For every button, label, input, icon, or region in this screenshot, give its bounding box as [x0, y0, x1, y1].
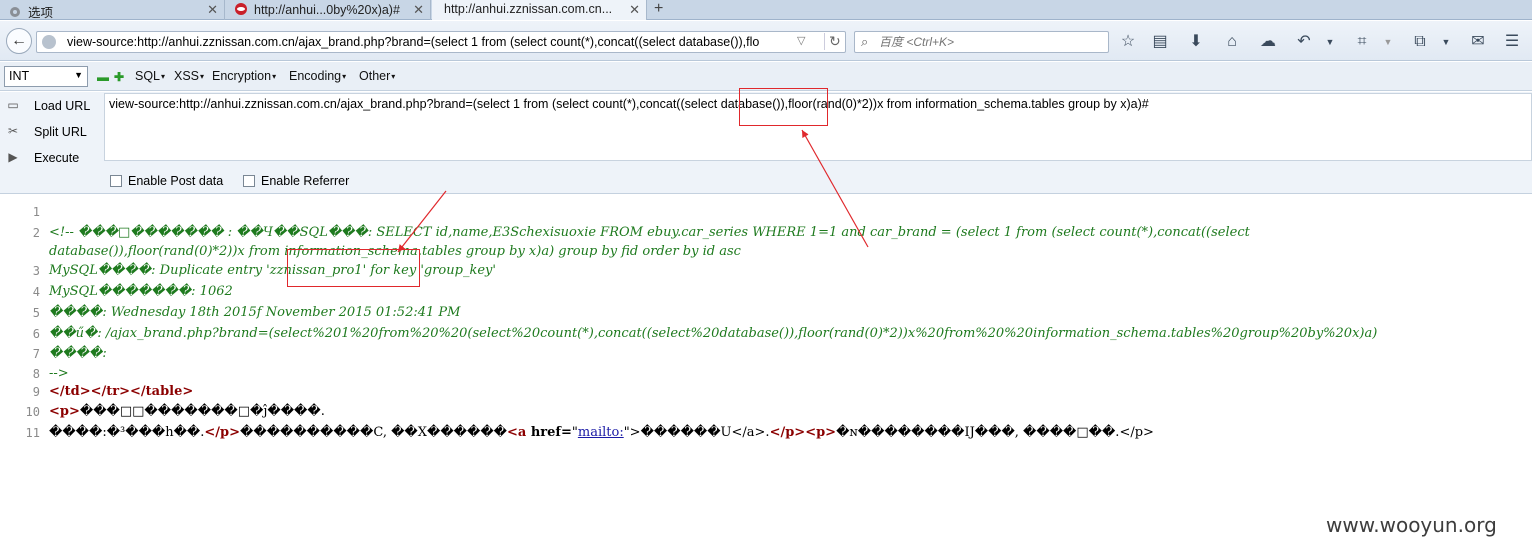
source-line-4: MySQL�������: 1062: [49, 284, 233, 299]
source-text: </a>.: [731, 425, 770, 440]
checkbox-icon: [110, 175, 122, 187]
undo-icon[interactable]: ↶: [1294, 32, 1314, 52]
back-arrow-icon[interactable]: ←: [6, 28, 32, 54]
plus-icon[interactable]: ✚: [114, 70, 124, 84]
hackbar-actions: ▭ Load URL ✂ Split URL ▶ Execute: [0, 92, 104, 194]
execute-button[interactable]: ▶ Execute: [2, 147, 102, 169]
reload-icon[interactable]: ↻: [824, 33, 841, 50]
hackbar-url-text: view-source:http://anhui.zznissan.com.cn…: [109, 97, 1149, 111]
html-tag: </p>: [204, 425, 241, 440]
tab-label: http://anhui.zznissan.com.cn...: [444, 2, 613, 16]
line-number: 3: [32, 264, 40, 278]
highlight-box-database: [739, 88, 828, 126]
source-text: ���□□�������□�ĵ����.: [79, 404, 325, 419]
source-text: ����:�³���h��.: [49, 425, 205, 440]
line-number: 8: [32, 367, 40, 381]
chevron-down-icon[interactable]: ▼: [1378, 32, 1398, 52]
source-line-8: -->: [49, 366, 69, 381]
line-number: 2: [32, 226, 40, 240]
enable-post-checkbox[interactable]: Enable Post data: [110, 174, 223, 188]
source-line-11: ����:�³���h��.</p>����������C, ��X������…: [49, 425, 1154, 440]
url-text[interactable]: view-source:http://anhui.zznissan.com.cn…: [67, 35, 797, 49]
close-icon[interactable]: ✕: [413, 2, 424, 18]
source-line-9: </td></tr></table>: [49, 384, 194, 399]
reading-list-icon[interactable]: ▤: [1150, 32, 1170, 52]
source-text: ">: [623, 425, 641, 440]
html-tag: <a: [506, 425, 531, 440]
search-icon: ⌕: [861, 34, 869, 49]
tab-site-2[interactable]: http://anhui.zznissan.com.cn... ✕: [432, 0, 647, 20]
menu-xss[interactable]: XSS▾: [174, 69, 204, 83]
bookmark-star-icon[interactable]: ☆: [1118, 32, 1138, 52]
source-line-6: ��ű�: /ajax_brand.php?brand=(select%201%…: [49, 326, 1378, 341]
line-number: 9: [32, 385, 40, 399]
split-url-button[interactable]: ✂ Split URL: [2, 121, 102, 143]
crop-icon[interactable]: ⌗: [1352, 32, 1372, 52]
source-line-2a: <!-- ���□������� : ��Ч��SQL���: SELECT i…: [49, 225, 1250, 240]
line-number: 10: [25, 405, 40, 419]
type-select[interactable]: INT ▼: [4, 66, 88, 87]
type-select-value: INT: [9, 69, 30, 83]
source-line-10: <p>���□□�������□�ĵ����.: [49, 404, 325, 419]
new-tab-icon[interactable]: +: [654, 0, 663, 18]
menu-other[interactable]: Other▾: [359, 69, 395, 83]
line-number: 6: [32, 327, 40, 341]
message-icon[interactable]: ✉: [1468, 32, 1488, 52]
menu-encoding[interactable]: Encoding▾: [289, 69, 346, 83]
html-tag: </p><p>: [769, 425, 837, 440]
tab-options[interactable]: 选项 ✕: [0, 0, 225, 20]
hackbar-toolbar: INT ▼ ▬ ✚ SQL▾ XSS▾ Encryption▾ Encoding…: [0, 62, 1532, 91]
play-icon: ▶: [8, 150, 18, 164]
html-attr: href=: [530, 425, 572, 440]
gear-icon: [8, 5, 22, 19]
page-source-view: 1 2 3 4 5 6 7 8 9 10 11 <!-- ���□�������…: [0, 195, 1532, 553]
globe-icon: [42, 35, 56, 49]
search-box[interactable]: ⌕: [854, 31, 1109, 53]
search-input[interactable]: [879, 34, 1099, 50]
tab-label: 选项: [28, 6, 54, 20]
extension-icon[interactable]: ☰: [1502, 32, 1522, 52]
chevron-down-icon[interactable]: ▽: [797, 34, 805, 47]
url-bar[interactable]: view-source:http://anhui.zznissan.com.cn…: [36, 31, 846, 53]
line-number: 11: [25, 426, 40, 440]
navigation-bar: ← view-source:http://anhui.zznissan.com.…: [0, 21, 1532, 61]
line-number: 1: [32, 205, 40, 219]
source-text: �ɴ��������IJ���, ����□��.</p>: [836, 425, 1154, 440]
scissors-icon: ✂: [7, 124, 19, 138]
tab-label: http://anhui...0by%20x)a)#: [254, 3, 400, 17]
load-icon: ▭: [7, 98, 19, 112]
source-text: ����������C, ��X������: [240, 425, 507, 440]
home-icon[interactable]: ⌂: [1222, 32, 1242, 52]
checkbox-icon: [243, 175, 255, 187]
chevron-down-icon[interactable]: ▼: [1436, 32, 1456, 52]
close-icon[interactable]: ✕: [207, 2, 218, 18]
site-icon: [234, 2, 248, 16]
tab-site-1[interactable]: http://anhui...0by%20x)a)# ✕: [226, 0, 431, 20]
chat-icon[interactable]: ☁: [1258, 32, 1278, 52]
highlight-box-entry: [287, 249, 420, 287]
line-number: 7: [32, 347, 40, 361]
minus-icon[interactable]: ▬: [97, 70, 109, 84]
menu-sql[interactable]: SQL▾: [135, 69, 165, 83]
menu-encryption[interactable]: Encryption▾: [212, 69, 276, 83]
chevron-down-icon: ▼: [74, 70, 83, 80]
source-line-3: MySQL����: Duplicate entry 'zznissan_pro…: [49, 263, 496, 278]
line-number: 5: [32, 306, 40, 320]
download-icon[interactable]: ⬇: [1186, 32, 1206, 52]
source-line-5: ����: Wednesday 18th 2015f November 2015…: [49, 305, 461, 320]
load-url-button[interactable]: ▭ Load URL: [2, 95, 102, 117]
source-line-7: ����:: [49, 346, 107, 361]
html-tag: <p>: [49, 404, 80, 419]
watermark: www.wooyun.org: [1326, 513, 1497, 537]
enable-referrer-checkbox[interactable]: Enable Referrer: [243, 174, 349, 188]
tab-bar: 选项 ✕ http://anhui...0by%20x)a)# ✕ http:/…: [0, 0, 1532, 20]
chevron-down-icon[interactable]: ▼: [1320, 32, 1340, 52]
source-text: ������U: [640, 425, 732, 440]
line-number: 4: [32, 285, 40, 299]
window-icon[interactable]: ⧉: [1410, 32, 1430, 52]
close-icon[interactable]: ✕: [629, 2, 640, 18]
mailto-link[interactable]: mailto:: [578, 425, 624, 440]
